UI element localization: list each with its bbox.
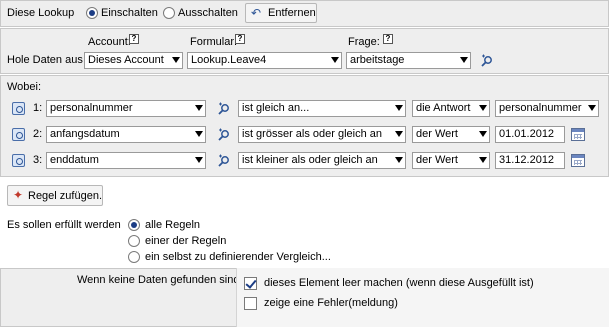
ausschalten-label[interactable]: Ausschalten (178, 7, 238, 19)
rule-type-select[interactable]: der Wert (412, 126, 490, 143)
account-label: Account: (88, 36, 131, 48)
rule-operator-select[interactable]: ist grösser als oder gleich an (238, 126, 406, 143)
field-lookup-icon[interactable] (217, 154, 231, 168)
rule-field-select[interactable]: personalnummer (46, 100, 206, 117)
rule-settings-icon[interactable] (12, 102, 25, 115)
question-label: Frage: (348, 36, 380, 48)
rule-settings-icon[interactable] (12, 128, 25, 141)
rule-value-date-input[interactable]: 01.01.2012 (495, 126, 565, 143)
field-lookup-icon[interactable] (217, 128, 231, 142)
match-any-label[interactable]: einer der Regeln (145, 235, 226, 247)
show-error-label[interactable]: zeige eine Fehler(meldung) (264, 297, 398, 309)
undo-icon: ↶ (251, 6, 262, 20)
match-custom-label[interactable]: ein selbst zu definierender Vergleich... (145, 251, 331, 263)
rule-number: 1: (33, 102, 43, 114)
rule-type-select[interactable]: der Wert (412, 152, 490, 169)
calendar-icon[interactable] (571, 154, 585, 167)
match-custom-radio[interactable] (128, 251, 140, 263)
rule-type-select[interactable]: die Antwort (412, 100, 490, 117)
match-label: Es sollen erfüllt werden (7, 219, 121, 231)
wobei-label: Wobei: (7, 81, 42, 93)
ausschalten-radio[interactable] (163, 7, 175, 19)
match-all-radio[interactable] (128, 219, 140, 231)
add-rule-button[interactable]: ✦ Regel zufügen. (7, 185, 103, 206)
form-help-icon[interactable]: ? (235, 34, 245, 44)
form-select[interactable]: Lookup.Leave4 (187, 52, 342, 69)
question-select[interactable]: arbeitstage (346, 52, 471, 69)
remove-button-label: Entfernen (268, 7, 316, 19)
form-label: Formular: (190, 36, 238, 48)
question-help-icon[interactable]: ? (383, 34, 393, 44)
rule-operator-select[interactable]: ist gleich an... (238, 100, 406, 117)
empty-element-label[interactable]: dieses Element leer machen (wenn diese A… (264, 277, 534, 289)
rule-field-select[interactable]: anfangsdatum (46, 126, 206, 143)
remove-button[interactable]: ↶ Entfernen (245, 3, 317, 23)
rule-number: 2: (33, 128, 43, 140)
rule-operator-select[interactable]: ist kleiner als oder gleich an (238, 152, 406, 169)
match-any-radio[interactable] (128, 235, 140, 247)
rule-number: 3: (33, 154, 43, 166)
add-rule-icon: ✦ (13, 188, 24, 202)
nodata-label: Wenn keine Daten gefunden sind: (77, 274, 243, 286)
rule-field-select[interactable]: enddatum (46, 152, 206, 169)
show-error-checkbox[interactable] (244, 297, 257, 310)
einschalten-label[interactable]: Einschalten (101, 7, 158, 19)
rule-settings-icon[interactable] (12, 154, 25, 167)
rule-value-date-input[interactable]: 31.12.2012 (495, 152, 565, 169)
einschalten-radio[interactable] (86, 7, 98, 19)
empty-element-checkbox[interactable] (244, 277, 257, 290)
lookup-label: Diese Lookup (7, 7, 75, 19)
question-lookup-icon[interactable] (480, 54, 494, 68)
field-lookup-icon[interactable] (217, 102, 231, 116)
account-help-icon[interactable]: ? (129, 34, 139, 44)
add-rule-label: Regel zufügen. (28, 190, 102, 202)
source-label: Hole Daten aus (7, 54, 83, 66)
match-all-label[interactable]: alle Regeln (145, 219, 200, 231)
account-select[interactable]: Dieses Account (84, 52, 183, 69)
calendar-icon[interactable] (571, 128, 585, 141)
rule-value-select[interactable]: personalnummer (495, 100, 599, 117)
